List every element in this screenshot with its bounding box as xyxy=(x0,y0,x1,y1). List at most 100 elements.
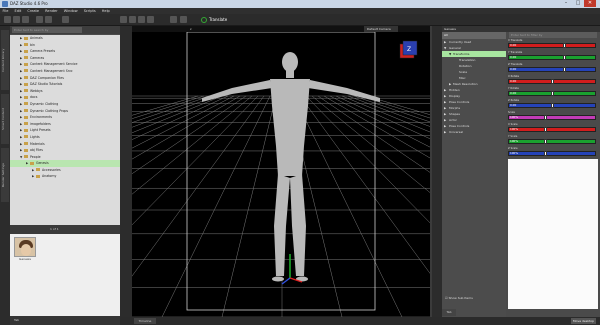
tree-item[interactable]: ▼ People xyxy=(10,154,120,161)
expand-arrow-right-icon[interactable]: ▶ xyxy=(20,101,22,108)
slider-value[interactable]: 100% xyxy=(510,151,518,156)
parameter-slider[interactable]: X Rotate 0.00 xyxy=(508,75,598,85)
parameter-slider[interactable]: Z Translate 0.00 xyxy=(508,63,598,73)
expand-arrow-right-icon[interactable]: ▶ xyxy=(20,61,22,68)
translate-tool-button[interactable]: Translate xyxy=(200,16,240,24)
parameter-slider[interactable]: X Translate 0.00 xyxy=(508,39,598,49)
parameter-slider[interactable]: Z Rotate 0.00 xyxy=(508,99,598,109)
slider-value[interactable]: 0.00 xyxy=(510,43,516,48)
parameter-slider[interactable]: Scale 100% xyxy=(508,111,598,121)
expand-arrow-right-icon[interactable]: ▶ xyxy=(20,114,22,121)
slider-knob[interactable] xyxy=(550,79,554,84)
slider-track[interactable] xyxy=(508,67,596,72)
expand-arrow-right-icon[interactable]: ▶ xyxy=(20,108,22,115)
slider-track[interactable] xyxy=(508,139,596,144)
timeline-tab[interactable]: Timeline xyxy=(134,318,156,324)
slider-value[interactable]: 0.00 xyxy=(510,103,516,108)
slider-knob[interactable] xyxy=(543,115,547,120)
slider-track[interactable] xyxy=(508,127,596,132)
menu-scripts[interactable]: Scripts xyxy=(84,9,96,13)
camera-selector[interactable]: Default Camera xyxy=(364,26,398,32)
expand-arrow-right-icon[interactable]: ▶ xyxy=(20,127,22,134)
expand-arrow-right-icon[interactable]: ▶ xyxy=(20,35,22,42)
tree-item[interactable]: ▶ Camera Presets xyxy=(10,48,120,55)
save-icon[interactable] xyxy=(22,16,29,23)
expand-arrow-right-icon[interactable]: ▶ xyxy=(20,141,22,148)
tree-item[interactable]: ▶ Accessories xyxy=(10,167,120,174)
expand-arrow-right-icon[interactable]: ▶ xyxy=(32,167,34,174)
tab-content-library[interactable]: Content Library xyxy=(1,30,9,90)
universal-tool-icon[interactable] xyxy=(170,16,177,23)
show-sub-items-checkbox[interactable]: ☑ Show Sub Items xyxy=(445,296,473,300)
expand-arrow-right-icon[interactable]: ▶ xyxy=(444,129,446,135)
parameter-slider[interactable]: Y Translate 0.00 xyxy=(508,51,598,61)
minimize-icon[interactable]: – xyxy=(560,0,572,7)
expand-arrow-right-icon[interactable]: ▶ xyxy=(20,81,22,88)
slider-track[interactable] xyxy=(508,55,596,60)
joint-editor-icon[interactable] xyxy=(180,16,187,23)
tree-item[interactable]: ▶ Cameras xyxy=(10,55,120,62)
tree-item[interactable]: ▶ imagefolders xyxy=(10,121,120,128)
right-bottom-tab[interactable]: Tab xyxy=(442,309,456,316)
tree-item[interactable]: ▶ Dynamic Clothing Props xyxy=(10,108,120,115)
slider-track[interactable] xyxy=(508,151,596,156)
slider-value[interactable]: 0.00 xyxy=(510,67,516,72)
tab-smart-content[interactable]: Smart Content xyxy=(1,94,9,144)
slider-value[interactable]: 100% xyxy=(510,127,518,132)
menu-file[interactable]: File xyxy=(3,9,9,13)
parameter-group-item[interactable]: ▶ Universal xyxy=(442,129,506,135)
tree-item[interactable]: ▶ Anatomy xyxy=(10,173,120,180)
menu-render[interactable]: Render xyxy=(45,9,57,13)
parameter-slider[interactable]: Z Scale 100% xyxy=(508,147,598,157)
expand-arrow-right-icon[interactable]: ▶ xyxy=(20,88,22,95)
slider-value[interactable]: 0.00 xyxy=(510,91,516,96)
expand-arrow-right-icon[interactable]: ▶ xyxy=(20,68,22,75)
tree-item[interactable]: ▶ Dynamic Clothing xyxy=(10,101,120,108)
slider-value[interactable]: 0.00 xyxy=(510,79,516,84)
parameter-slider[interactable]: Y Scale 100% xyxy=(508,135,598,145)
tree-item[interactable]: ▶ Webbys xyxy=(10,88,120,95)
expand-arrow-right-icon[interactable]: ▶ xyxy=(20,134,22,141)
expand-arrow-right-icon[interactable]: ▶ xyxy=(20,121,22,128)
tree-item[interactable]: ▶ Light Presets xyxy=(10,127,120,134)
tree-item[interactable]: ▶ Materials xyxy=(10,141,120,148)
tree-item[interactable]: ▶ Genesis xyxy=(10,160,120,167)
open-icon[interactable] xyxy=(13,16,20,23)
slider-knob[interactable] xyxy=(563,43,567,48)
node-tool-icon[interactable] xyxy=(129,16,136,23)
parameter-filter-input[interactable]: Enter text to filter by xyxy=(509,32,597,38)
left-bottom-tab[interactable]: Tab xyxy=(10,316,120,325)
scale-tool-icon[interactable] xyxy=(147,16,154,23)
menu-edit[interactable]: Edit xyxy=(14,9,21,13)
slider-track[interactable] xyxy=(508,115,596,120)
tree-item[interactable]: ▶ Lights xyxy=(10,134,120,141)
slider-knob[interactable] xyxy=(550,91,554,96)
slider-value[interactable]: 100% xyxy=(510,139,518,144)
select-tool-icon[interactable] xyxy=(120,16,127,23)
expand-arrow-right-icon[interactable]: ▶ xyxy=(20,42,22,49)
render-icon[interactable] xyxy=(62,16,69,23)
tree-item[interactable]: ▶ Content Management Service xyxy=(10,61,120,68)
tree-item[interactable]: ▶ DAZ Companion Files xyxy=(10,75,120,82)
content-search-input[interactable]: Enter text to search by xyxy=(12,27,82,33)
tree-item[interactable]: ▶ Animals xyxy=(10,35,120,42)
menu-create[interactable]: Create xyxy=(27,9,39,13)
slider-value[interactable]: 0.00 xyxy=(510,55,516,60)
parameter-slider[interactable]: X Scale 100% xyxy=(508,123,598,133)
slider-knob[interactable] xyxy=(550,103,554,108)
expand-arrow-down-icon[interactable]: ▼ xyxy=(20,154,22,161)
slider-value[interactable]: 100% xyxy=(510,115,518,120)
expand-arrow-right-icon[interactable]: ▶ xyxy=(20,48,22,55)
tree-item[interactable]: ▶ bin xyxy=(10,42,120,49)
tree-item[interactable]: ▶ DAZ Studio Tutorials xyxy=(10,81,120,88)
tab-render-settings[interactable]: Render Settings xyxy=(1,148,9,202)
slider-knob[interactable] xyxy=(543,139,547,144)
genesis-thumbnail[interactable]: Genesis xyxy=(14,237,36,262)
slider-knob[interactable] xyxy=(563,67,567,72)
redo-icon[interactable] xyxy=(45,16,52,23)
rotate-tool-icon[interactable] xyxy=(138,16,145,23)
tree-item[interactable]: ▶ obj Files xyxy=(10,147,120,154)
parameter-slider[interactable]: Y Rotate 0.00 xyxy=(508,87,598,97)
all-parameters-item[interactable]: All xyxy=(442,32,506,39)
slider-knob[interactable] xyxy=(563,55,567,60)
